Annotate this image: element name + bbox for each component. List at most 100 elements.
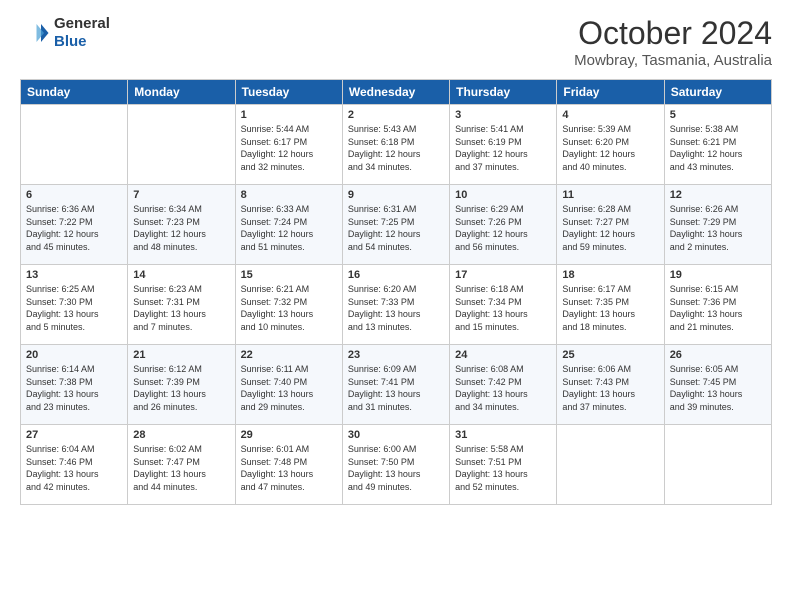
day-info: Sunrise: 6:26 AM Sunset: 7:29 PM Dayligh… xyxy=(670,203,766,253)
col-friday: Friday xyxy=(557,80,664,105)
page: General Blue October 2024 Mowbray, Tasma… xyxy=(0,0,792,612)
col-saturday: Saturday xyxy=(664,80,771,105)
calendar-cell: 3 Sunrise: 5:41 AM Sunset: 6:19 PM Daylig… xyxy=(450,105,557,185)
calendar-cell: 21 Sunrise: 6:12 AM Sunset: 7:39 PM Dayli… xyxy=(128,345,235,425)
day-number: 26 xyxy=(670,349,766,361)
logo: General Blue xyxy=(20,15,110,51)
day-number: 13 xyxy=(26,269,122,281)
calendar-body: 1 Sunrise: 5:44 AM Sunset: 6:17 PM Daylig… xyxy=(21,105,772,505)
calendar-cell: 24Sunrise: 6:08 AM Sunset: 7:42 PM Dayli… xyxy=(450,345,557,425)
day-number: 27 xyxy=(26,429,122,441)
calendar-cell: 14 Sunrise: 6:23 AM Sunset: 7:31 PM Dayli… xyxy=(128,265,235,345)
col-monday: Monday xyxy=(128,80,235,105)
calendar-cell: 12 Sunrise: 6:26 AM Sunset: 7:29 PM Dayli… xyxy=(664,185,771,265)
day-info: Sunrise: 6:12 AM Sunset: 7:39 PM Dayligh… xyxy=(133,363,229,413)
col-wednesday: Wednesday xyxy=(342,80,449,105)
calendar-week-row: 13 Sunrise: 6:25 AM Sunset: 7:30 PM Dayli… xyxy=(21,265,772,345)
day-info: Sunrise: 6:17 AM Sunset: 7:35 PM Dayligh… xyxy=(562,283,658,333)
calendar-cell: 7 Sunrise: 6:34 AM Sunset: 7:23 PM Daylig… xyxy=(128,185,235,265)
day-info: Sunrise: 5:43 AM Sunset: 6:18 PM Dayligh… xyxy=(348,123,444,173)
calendar-cell: 2 Sunrise: 5:43 AM Sunset: 6:18 PM Daylig… xyxy=(342,105,449,185)
day-info: Sunrise: 6:34 AM Sunset: 7:23 PM Dayligh… xyxy=(133,203,229,253)
day-info: Sunrise: 6:36 AM Sunset: 7:22 PM Dayligh… xyxy=(26,203,122,253)
title-block: October 2024 Mowbray, Tasmania, Australi… xyxy=(574,15,772,69)
calendar-cell: 26 Sunrise: 6:05 AM Sunset: 7:45 PM Dayli… xyxy=(664,345,771,425)
calendar-week-row: 1 Sunrise: 5:44 AM Sunset: 6:17 PM Daylig… xyxy=(21,105,772,185)
day-info: Sunrise: 6:05 AM Sunset: 7:45 PM Dayligh… xyxy=(670,363,766,413)
location-subtitle: Mowbray, Tasmania, Australia xyxy=(574,52,772,69)
calendar-cell: 19 Sunrise: 6:15 AM Sunset: 7:36 PM Dayli… xyxy=(664,265,771,345)
calendar-cell: 16Sunrise: 6:20 AM Sunset: 7:33 PM Dayli… xyxy=(342,265,449,345)
day-number: 28 xyxy=(133,429,229,441)
calendar-cell: 13 Sunrise: 6:25 AM Sunset: 7:30 PM Dayli… xyxy=(21,265,128,345)
logo-general: General xyxy=(54,15,110,33)
calendar-cell: 10 Sunrise: 6:29 AM Sunset: 7:26 PM Dayli… xyxy=(450,185,557,265)
day-number: 25 xyxy=(562,349,658,361)
calendar-cell: 22 Sunrise: 6:11 AM Sunset: 7:40 PM Dayli… xyxy=(235,345,342,425)
col-sunday: Sunday xyxy=(21,80,128,105)
day-info: Sunrise: 6:11 AM Sunset: 7:40 PM Dayligh… xyxy=(241,363,337,413)
day-info: Sunrise: 6:00 AM Sunset: 7:50 PM Dayligh… xyxy=(348,443,444,493)
day-number: 3 xyxy=(455,109,551,121)
calendar-week-row: 27 Sunrise: 6:04 AM Sunset: 7:46 PM Dayli… xyxy=(21,425,772,505)
day-info: Sunrise: 5:39 AM Sunset: 6:20 PM Dayligh… xyxy=(562,123,658,173)
day-number: 1 xyxy=(241,109,337,121)
day-number: 7 xyxy=(133,189,229,201)
calendar-header: Sunday Monday Tuesday Wednesday Thursday… xyxy=(21,80,772,105)
calendar-cell: 4 Sunrise: 5:39 AM Sunset: 6:20 PM Daylig… xyxy=(557,105,664,185)
calendar-week-row: 20Sunrise: 6:14 AM Sunset: 7:38 PM Dayli… xyxy=(21,345,772,425)
day-info: Sunrise: 6:33 AM Sunset: 7:24 PM Dayligh… xyxy=(241,203,337,253)
calendar-cell: 17 Sunrise: 6:18 AM Sunset: 7:34 PM Dayli… xyxy=(450,265,557,345)
day-number: 14 xyxy=(133,269,229,281)
day-info: Sunrise: 6:18 AM Sunset: 7:34 PM Dayligh… xyxy=(455,283,551,333)
day-number: 20 xyxy=(26,349,122,361)
calendar-cell: 20Sunrise: 6:14 AM Sunset: 7:38 PM Dayli… xyxy=(21,345,128,425)
day-number: 19 xyxy=(670,269,766,281)
calendar-cell: 5Sunrise: 5:38 AM Sunset: 6:21 PM Daylig… xyxy=(664,105,771,185)
day-number: 11 xyxy=(562,189,658,201)
day-number: 2 xyxy=(348,109,444,121)
calendar-cell: 6 Sunrise: 6:36 AM Sunset: 7:22 PM Daylig… xyxy=(21,185,128,265)
day-number: 10 xyxy=(455,189,551,201)
calendar-cell: 28 Sunrise: 6:02 AM Sunset: 7:47 PM Dayli… xyxy=(128,425,235,505)
day-number: 22 xyxy=(241,349,337,361)
calendar-cell: 31 Sunrise: 5:58 AM Sunset: 7:51 PM Dayli… xyxy=(450,425,557,505)
day-number: 23 xyxy=(348,349,444,361)
calendar-cell: 18Sunrise: 6:17 AM Sunset: 7:35 PM Dayli… xyxy=(557,265,664,345)
calendar-cell: 15Sunrise: 6:21 AM Sunset: 7:32 PM Dayli… xyxy=(235,265,342,345)
calendar-cell: 8 Sunrise: 6:33 AM Sunset: 7:24 PM Daylig… xyxy=(235,185,342,265)
day-number: 4 xyxy=(562,109,658,121)
day-info: Sunrise: 6:25 AM Sunset: 7:30 PM Dayligh… xyxy=(26,283,122,333)
calendar-week-row: 6 Sunrise: 6:36 AM Sunset: 7:22 PM Daylig… xyxy=(21,185,772,265)
day-number: 6 xyxy=(26,189,122,201)
day-number: 5 xyxy=(670,109,766,121)
day-info: Sunrise: 6:15 AM Sunset: 7:36 PM Dayligh… xyxy=(670,283,766,333)
day-info: Sunrise: 6:02 AM Sunset: 7:47 PM Dayligh… xyxy=(133,443,229,493)
col-thursday: Thursday xyxy=(450,80,557,105)
day-number: 8 xyxy=(241,189,337,201)
day-number: 17 xyxy=(455,269,551,281)
day-info: Sunrise: 5:41 AM Sunset: 6:19 PM Dayligh… xyxy=(455,123,551,173)
day-info: Sunrise: 6:06 AM Sunset: 7:43 PM Dayligh… xyxy=(562,363,658,413)
logo-text: General Blue xyxy=(54,15,110,51)
calendar-cell: 29Sunrise: 6:01 AM Sunset: 7:48 PM Dayli… xyxy=(235,425,342,505)
logo-icon xyxy=(20,18,50,48)
header: General Blue October 2024 Mowbray, Tasma… xyxy=(20,15,772,69)
calendar-cell xyxy=(664,425,771,505)
logo-blue: Blue xyxy=(54,33,110,51)
day-info: Sunrise: 6:04 AM Sunset: 7:46 PM Dayligh… xyxy=(26,443,122,493)
day-number: 29 xyxy=(241,429,337,441)
day-info: Sunrise: 6:08 AM Sunset: 7:42 PM Dayligh… xyxy=(455,363,551,413)
day-number: 9 xyxy=(348,189,444,201)
day-info: Sunrise: 6:21 AM Sunset: 7:32 PM Dayligh… xyxy=(241,283,337,333)
day-info: Sunrise: 6:29 AM Sunset: 7:26 PM Dayligh… xyxy=(455,203,551,253)
day-info: Sunrise: 6:31 AM Sunset: 7:25 PM Dayligh… xyxy=(348,203,444,253)
day-info: Sunrise: 5:44 AM Sunset: 6:17 PM Dayligh… xyxy=(241,123,337,173)
col-tuesday: Tuesday xyxy=(235,80,342,105)
calendar-cell: 11Sunrise: 6:28 AM Sunset: 7:27 PM Dayli… xyxy=(557,185,664,265)
day-info: Sunrise: 5:58 AM Sunset: 7:51 PM Dayligh… xyxy=(455,443,551,493)
day-number: 31 xyxy=(455,429,551,441)
day-number: 12 xyxy=(670,189,766,201)
day-number: 21 xyxy=(133,349,229,361)
day-info: Sunrise: 6:23 AM Sunset: 7:31 PM Dayligh… xyxy=(133,283,229,333)
